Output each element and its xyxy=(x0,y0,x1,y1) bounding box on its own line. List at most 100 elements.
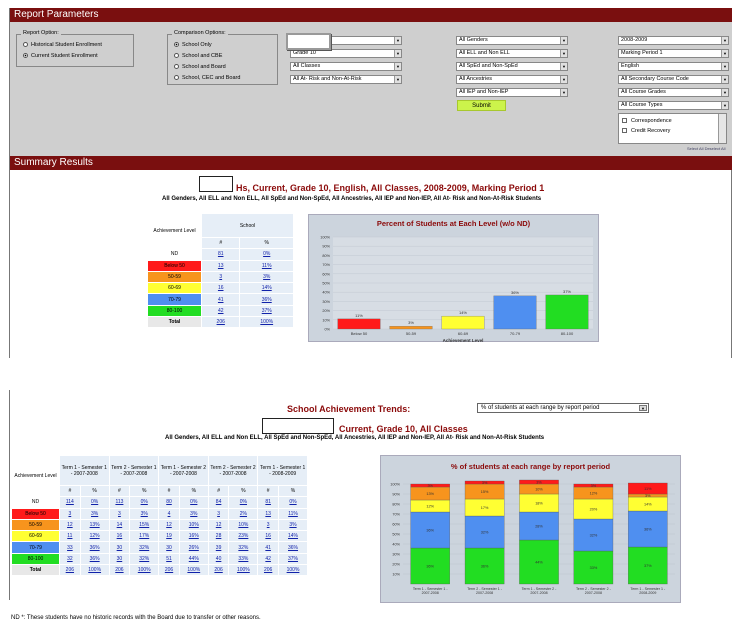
count-cell[interactable]: 41 xyxy=(200,293,241,306)
value-cell[interactable]: 23% xyxy=(228,530,259,543)
value-cell[interactable]: 100% xyxy=(178,564,209,577)
value-cell[interactable]: 16 xyxy=(108,530,131,543)
value-cell[interactable]: 12 xyxy=(59,518,81,532)
value-cell[interactable]: 84 xyxy=(207,496,230,509)
value-cell[interactable]: 3 xyxy=(257,518,280,532)
count-cell[interactable]: 81 xyxy=(200,248,241,261)
value-cell[interactable]: 16 xyxy=(257,530,280,543)
chevron-down-icon[interactable]: ▼ xyxy=(394,63,401,70)
value-cell[interactable]: 33% xyxy=(228,552,259,566)
count-cell[interactable]: 13 xyxy=(200,259,241,272)
trend-view-dropdown[interactable]: % of students at each range by report pe… xyxy=(477,403,649,413)
filter-select[interactable]: All Ancestries ▼ xyxy=(456,75,568,84)
filter-select[interactable]: All SpEd and Non-SpEd ▼ xyxy=(456,62,568,71)
value-cell[interactable]: 100% xyxy=(228,564,259,577)
value-cell[interactable]: 39 xyxy=(207,541,230,554)
chevron-down-icon[interactable]: ▼ xyxy=(394,76,401,83)
value-cell[interactable]: 206 xyxy=(59,564,81,577)
chevron-down-icon[interactable]: ▼ xyxy=(721,50,728,57)
value-cell[interactable]: 10% xyxy=(228,518,259,532)
value-cell[interactable]: 4 xyxy=(158,507,180,520)
value-cell[interactable]: 17% xyxy=(129,530,160,543)
course-types-listbox[interactable]: Correspondence Credit Recovery xyxy=(618,113,727,144)
value-cell[interactable]: 19 xyxy=(158,530,180,543)
chevron-down-icon[interactable]: ▼ xyxy=(394,37,401,44)
value-cell[interactable]: 36% xyxy=(79,552,110,566)
percent-cell[interactable]: 11% xyxy=(239,259,294,272)
value-cell[interactable]: 36% xyxy=(79,541,110,554)
value-cell[interactable]: 3% xyxy=(79,507,110,520)
chevron-down-icon[interactable]: ▼ xyxy=(560,76,567,83)
select-links[interactable]: Select All Deselect All xyxy=(687,146,725,151)
radio-historical[interactable]: Historical Student Enrollment xyxy=(23,42,102,48)
checkbox-icon[interactable] xyxy=(622,128,627,134)
listbox-item[interactable]: Correspondence xyxy=(619,116,726,126)
value-cell[interactable]: 206 xyxy=(257,564,280,577)
chevron-down-icon[interactable]: ▼ xyxy=(560,37,567,44)
value-cell[interactable]: 32% xyxy=(129,552,160,566)
value-cell[interactable]: 100% xyxy=(278,564,308,577)
value-cell[interactable]: 32% xyxy=(228,541,259,554)
filter-select[interactable]: English ▼ xyxy=(618,62,729,71)
radio-current[interactable]: Current Student Enrollment xyxy=(23,53,98,59)
value-cell[interactable]: 40 xyxy=(207,552,230,566)
filter-select[interactable]: All Course Types ▼ xyxy=(618,101,729,110)
value-cell[interactable]: 12 xyxy=(158,518,180,532)
filter-select[interactable]: All Genders ▼ xyxy=(456,36,568,45)
value-cell[interactable]: 3 xyxy=(207,507,230,520)
value-cell[interactable]: 0% xyxy=(228,496,259,509)
value-cell[interactable]: 42 xyxy=(257,552,280,566)
value-cell[interactable]: 36% xyxy=(278,541,308,554)
value-cell[interactable]: 32% xyxy=(129,541,160,554)
bar[interactable] xyxy=(441,315,485,330)
value-cell[interactable]: 12% xyxy=(79,530,110,543)
value-cell[interactable]: 0% xyxy=(79,496,110,509)
percent-cell[interactable]: 14% xyxy=(239,282,294,295)
value-cell[interactable]: 206 xyxy=(158,564,180,577)
value-cell[interactable]: 81 xyxy=(257,496,280,509)
chevron-down-icon[interactable]: ▼ xyxy=(560,63,567,70)
radio-school-only[interactable]: School Only xyxy=(174,42,212,48)
value-cell[interactable]: 33 xyxy=(59,541,81,554)
value-cell[interactable]: 2% xyxy=(228,507,259,520)
value-cell[interactable]: 0% xyxy=(178,496,209,509)
value-cell[interactable]: 0% xyxy=(278,496,308,509)
bar[interactable] xyxy=(545,294,589,330)
chevron-down-icon[interactable]: ▼ xyxy=(721,37,728,44)
chevron-down-icon[interactable]: ▼ xyxy=(639,405,647,411)
value-cell[interactable]: 80 xyxy=(158,496,180,509)
value-cell[interactable]: 13% xyxy=(79,518,110,532)
percent-cell[interactable]: 100% xyxy=(239,316,294,329)
chevron-down-icon[interactable]: ▼ xyxy=(560,50,567,57)
chevron-down-icon[interactable]: ▼ xyxy=(560,89,567,96)
value-cell[interactable]: 11 xyxy=(59,530,81,543)
filter-select[interactable]: All Secondary Course Code ▼ xyxy=(618,75,729,84)
radio-school-cec-board[interactable]: School, CEC and Board xyxy=(174,75,240,81)
radio-school-board[interactable]: School and Board xyxy=(174,64,226,70)
value-cell[interactable]: 100% xyxy=(79,564,110,577)
value-cell[interactable]: 11% xyxy=(278,507,308,520)
value-cell[interactable]: 0% xyxy=(129,496,160,509)
value-cell[interactable]: 12 xyxy=(207,518,230,532)
value-cell[interactable]: 30 xyxy=(108,552,131,566)
filter-select[interactable]: All Course Grades ▼ xyxy=(618,88,729,97)
listbox-scrollbar[interactable] xyxy=(718,114,726,143)
value-cell[interactable]: 14 xyxy=(108,518,131,532)
bar[interactable] xyxy=(493,295,537,330)
filter-select[interactable]: All Classes ▼ xyxy=(290,62,402,71)
percent-cell[interactable]: 37% xyxy=(239,304,294,318)
value-cell[interactable]: 3 xyxy=(108,507,131,520)
chevron-down-icon[interactable]: ▼ xyxy=(721,63,728,70)
chevron-down-icon[interactable]: ▼ xyxy=(721,89,728,96)
value-cell[interactable]: 15% xyxy=(129,518,160,532)
value-cell[interactable]: 30 xyxy=(158,541,180,554)
value-cell[interactable]: 3% xyxy=(129,507,160,520)
count-cell[interactable]: 42 xyxy=(200,304,241,318)
percent-cell[interactable]: 36% xyxy=(239,293,294,306)
filter-select[interactable]: All ELL and Non ELL ▼ xyxy=(456,49,568,58)
chevron-down-icon[interactable]: ▼ xyxy=(721,102,728,109)
count-cell[interactable]: 16 xyxy=(200,282,241,295)
count-cell[interactable]: 206 xyxy=(200,316,241,329)
chevron-down-icon[interactable]: ▼ xyxy=(394,50,401,57)
value-cell[interactable]: 44% xyxy=(178,552,209,566)
